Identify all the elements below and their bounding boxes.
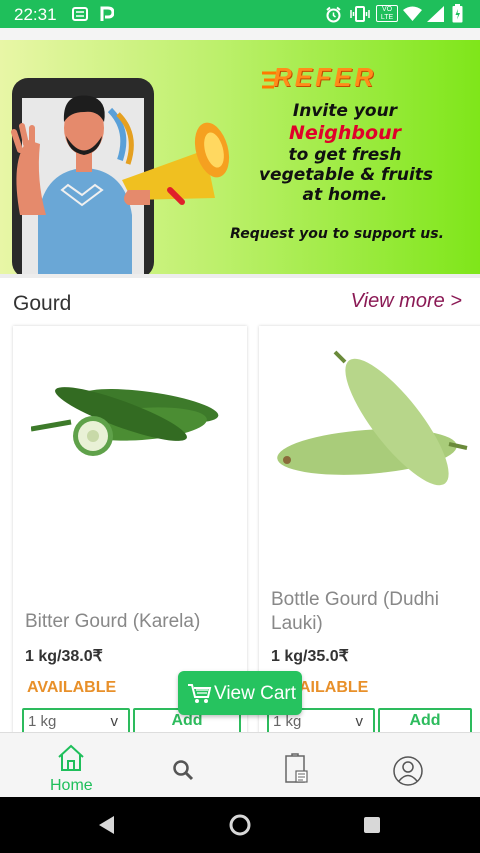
quantity-select[interactable]: 1 kg v bbox=[22, 708, 130, 734]
home-circle-icon[interactable] bbox=[229, 814, 251, 836]
promo-banner[interactable]: REFER Invite your Neighbour to get fresh… bbox=[0, 40, 480, 274]
recents-icon[interactable] bbox=[363, 816, 381, 834]
bottle-gourd-image bbox=[277, 350, 468, 486]
banner-line-3: to get fresh bbox=[288, 145, 402, 165]
wifi-icon bbox=[403, 6, 422, 21]
search-icon bbox=[173, 760, 194, 781]
signal-icon bbox=[427, 6, 444, 22]
paytm-icon bbox=[100, 6, 114, 21]
alarm-icon bbox=[326, 6, 341, 23]
add-button[interactable]: Add bbox=[378, 708, 472, 734]
message-icon bbox=[72, 7, 88, 21]
view-cart-button[interactable]: View Cart bbox=[178, 671, 302, 715]
banner-line-1: Invite your bbox=[292, 101, 398, 121]
chevron-down-icon: v bbox=[355, 713, 364, 730]
quantity-value: 1 kg bbox=[273, 713, 302, 730]
home-icon bbox=[58, 744, 84, 771]
nav-profile[interactable] bbox=[360, 739, 480, 797]
banner-line-2: Neighbour bbox=[289, 122, 401, 144]
banner-request: Request you to support us. bbox=[230, 226, 444, 242]
gourd-section: Gourd View more > Bitter Gourd (Karela) … bbox=[0, 278, 480, 746]
product-price: 1 kg/38.0₹ bbox=[25, 648, 103, 665]
availability-badge: AILABLE bbox=[299, 679, 369, 696]
view-more-link[interactable]: View more > bbox=[351, 290, 462, 313]
vibrate-icon bbox=[350, 6, 370, 22]
battery-icon bbox=[452, 4, 463, 23]
availability-badge: AVAILABLE bbox=[27, 679, 117, 696]
banner-line-5: at home. bbox=[302, 185, 388, 205]
lte-label: VO LTE bbox=[380, 6, 394, 21]
system-navigation-bar bbox=[0, 797, 480, 853]
cart-icon bbox=[188, 684, 212, 703]
product-name: Bottle Gourd (Dudhi Lauki) bbox=[271, 589, 439, 634]
bottom-navigation: Home bbox=[0, 732, 480, 798]
section-title: Gourd bbox=[13, 292, 72, 315]
bitter-gourd-image bbox=[31, 387, 219, 456]
orders-icon bbox=[285, 753, 308, 783]
product-name: Bitter Gourd (Karela) bbox=[25, 611, 201, 632]
nav-orders[interactable] bbox=[240, 739, 360, 797]
banner-line-4: vegetable & fruits bbox=[258, 165, 434, 185]
nav-search[interactable] bbox=[120, 739, 240, 797]
profile-icon bbox=[393, 756, 423, 786]
chevron-down-icon: v bbox=[110, 713, 119, 730]
nav-home-label: Home bbox=[50, 777, 93, 794]
banner-headline: REFER bbox=[273, 62, 377, 92]
status-time: 22:31 bbox=[14, 5, 57, 24]
status-bar: 22:31 VO LTE bbox=[0, 0, 480, 28]
quantity-value: 1 kg bbox=[28, 713, 57, 730]
view-cart-label: View Cart bbox=[214, 683, 297, 704]
lte-icon: VO LTE bbox=[376, 5, 398, 22]
product-price: 1 kg/35.0₹ bbox=[271, 648, 349, 665]
back-icon[interactable] bbox=[96, 814, 116, 836]
megaphone-illustration bbox=[11, 78, 230, 274]
nav-home[interactable]: Home bbox=[0, 739, 120, 797]
